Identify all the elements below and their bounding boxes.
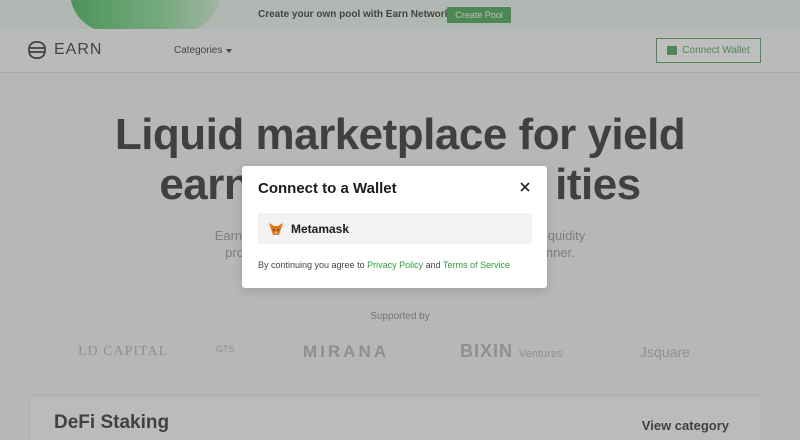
close-icon[interactable]	[519, 181, 531, 193]
terms-prefix: By continuing you agree to	[258, 260, 368, 270]
metamask-label: Metamask	[291, 221, 350, 236]
connect-wallet-modal: Connect to a Wallet Metamask By continui…	[242, 166, 547, 288]
terms-of-service-link[interactable]: Terms of Service	[443, 260, 510, 270]
metamask-fox-icon	[269, 222, 283, 235]
terms-and: and	[423, 260, 443, 270]
metamask-option[interactable]: Metamask	[258, 213, 532, 244]
privacy-policy-link[interactable]: Privacy Policy	[367, 260, 423, 270]
modal-title: Connect to a Wallet	[258, 180, 397, 197]
terms-notice: By continuing you agree to Privacy Polic…	[258, 260, 510, 270]
